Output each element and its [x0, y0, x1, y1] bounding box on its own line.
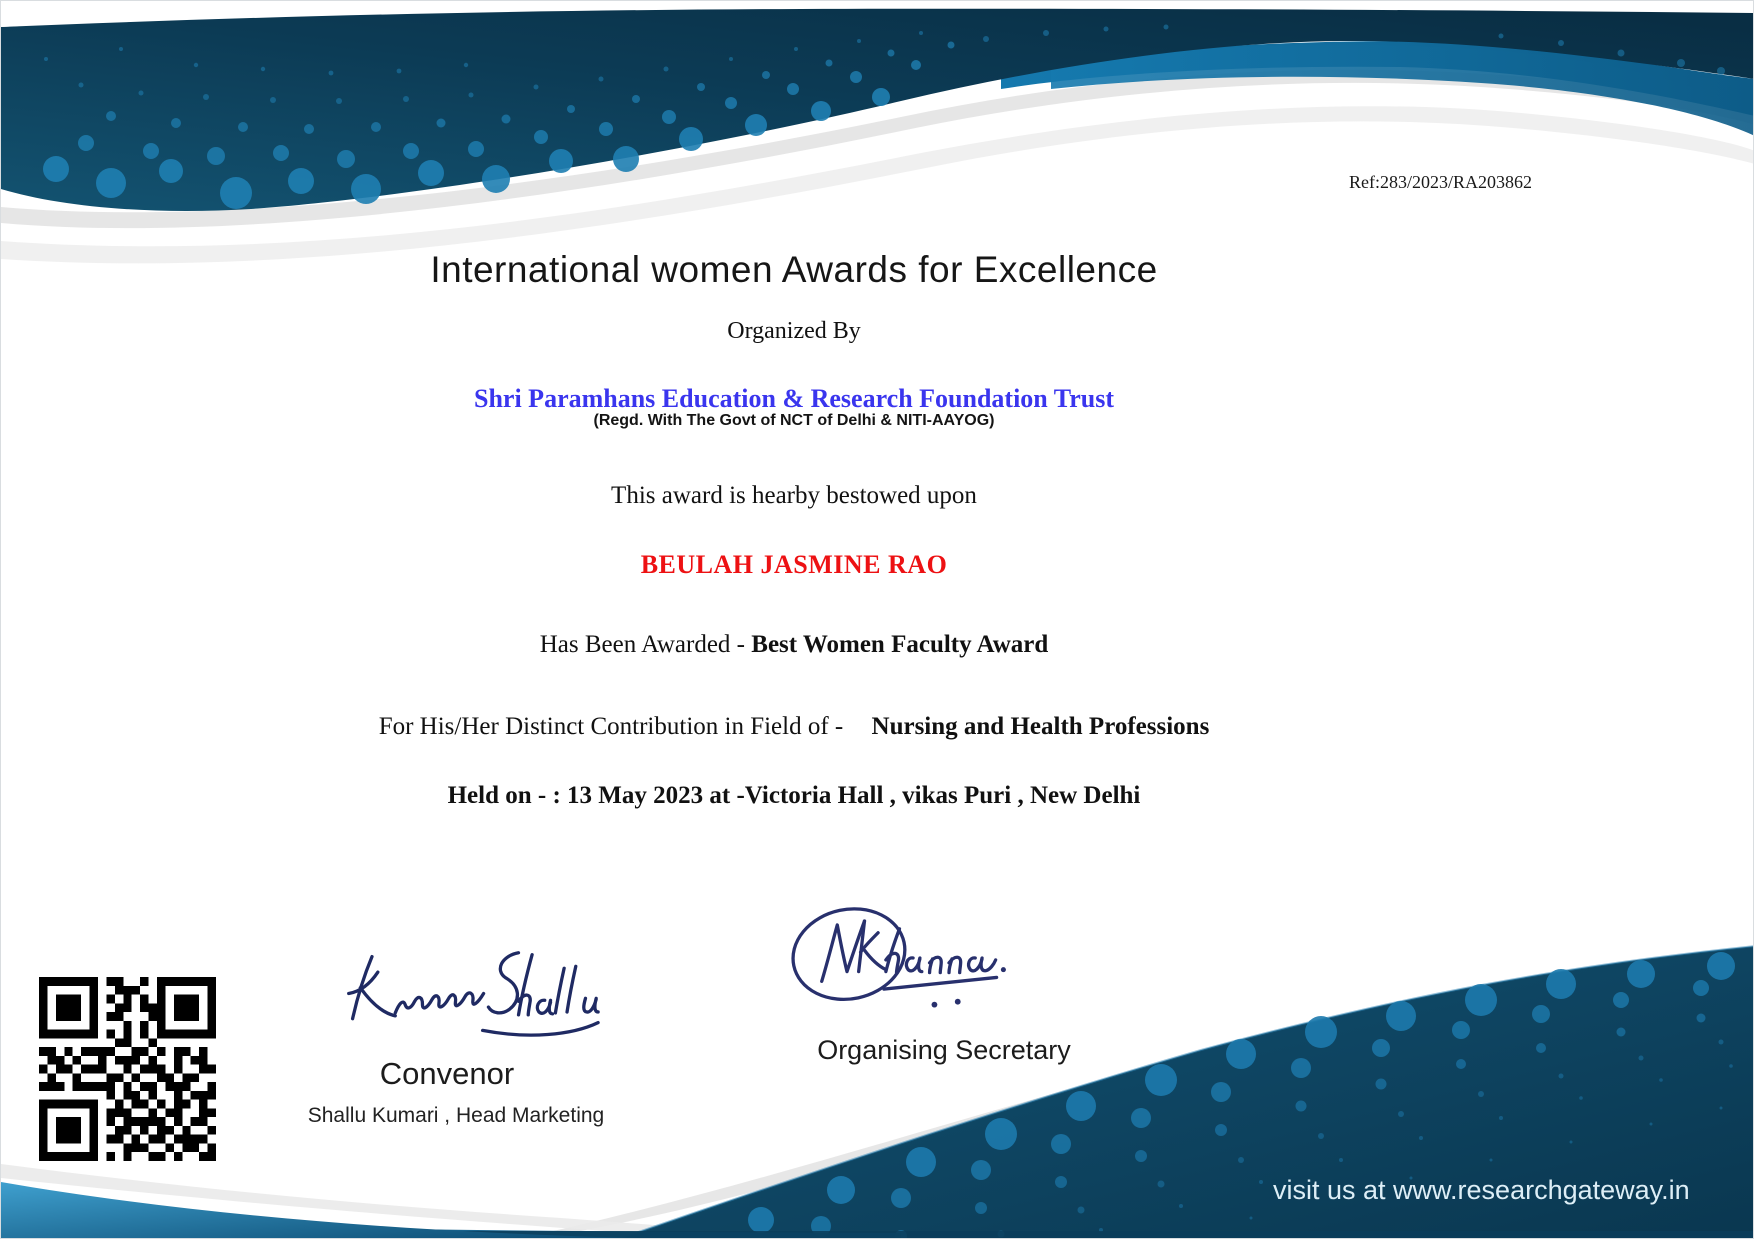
ref-number: Ref:283/2023/RA203862: [1349, 172, 1532, 193]
website-line: visit us at www.researchgateway.in: [1273, 1175, 1690, 1206]
secretary-signature: [779, 899, 1051, 1017]
recipient-name: BEULAH JASMINE RAO: [1, 550, 1587, 580]
organized-by-label: Organized By: [1, 318, 1587, 345]
certificate-title: International women Awards for Excellenc…: [1, 249, 1587, 291]
convenor-detail: Shallu Kumari , Head Marketing: [246, 1104, 666, 1128]
convenor-title: Convenor: [316, 1056, 578, 1092]
award-line: Has Been Awarded - Best Women Faculty Aw…: [1, 631, 1587, 659]
event-line: Held on - : 13 May 2023 at -Victoria Hal…: [1, 782, 1587, 810]
organization-name: Shri Paramhans Education & Research Foun…: [1, 384, 1587, 414]
field-value: Nursing and Health Professions: [872, 713, 1210, 740]
award-prefix: Has Been Awarded -: [540, 631, 752, 658]
bestowed-line: This award is hearby bestowed upon: [1, 482, 1587, 510]
qr-code-icon: [39, 977, 216, 1161]
convenor-signature: [339, 943, 601, 1045]
certificate-page: Ref:283/2023/RA203862 International wome…: [0, 0, 1754, 1239]
field-prefix: For His/Her Distinct Contribution in Fie…: [379, 713, 850, 740]
award-title: Best Women Faculty Award: [751, 631, 1048, 658]
field-line: For His/Her Distinct Contribution in Fie…: [1, 713, 1587, 741]
secretary-title: Organising Secretary: [813, 1035, 1075, 1066]
registration-note: (Regd. With The Govt of NCT of Delhi & N…: [1, 412, 1587, 430]
